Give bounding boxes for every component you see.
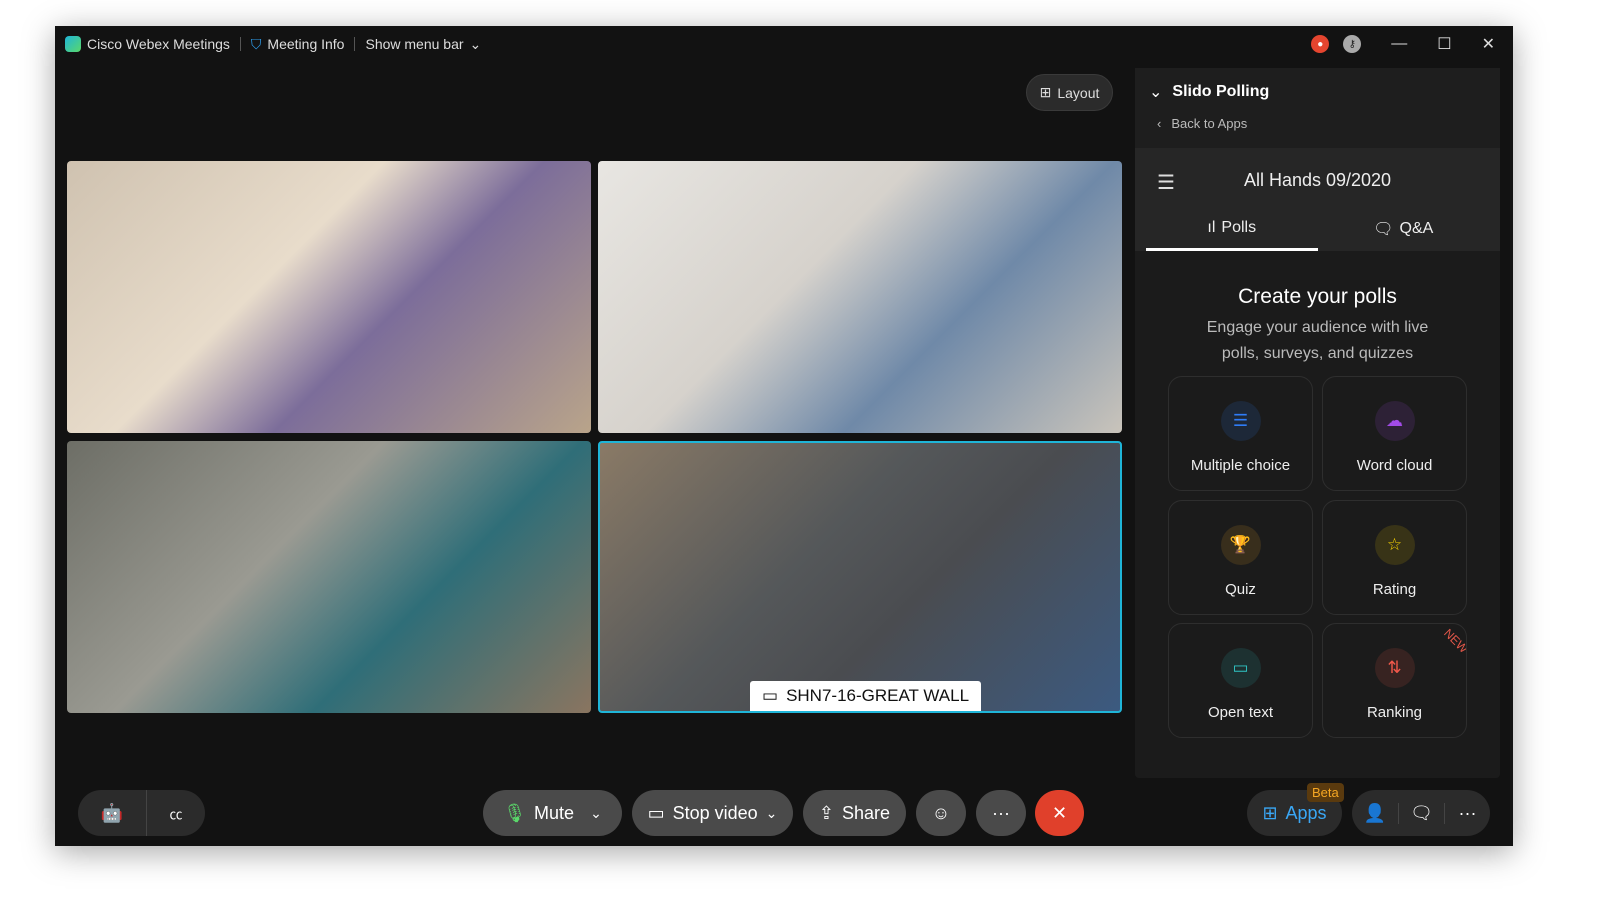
layout-button[interactable]: ⊞ Layout (1026, 74, 1113, 111)
close-icon: ✕ (1052, 803, 1067, 824)
assistant-icon[interactable]: 🤖 (78, 803, 146, 824)
poll-type-rating[interactable]: ☆ Rating (1322, 500, 1467, 615)
cloud-icon: ☁ (1375, 401, 1415, 441)
panel-title[interactable]: ⌄ Slido Polling (1149, 82, 1486, 102)
window-controls: ● ⚷ — ☐ ✕ (1311, 26, 1513, 62)
stop-video-button[interactable]: ▭ Stop video ⌄ (632, 790, 793, 836)
chevron-down-icon: ⌄ (470, 36, 482, 53)
share-button[interactable]: ⇪ Share (803, 790, 906, 836)
qa-icon: 🗨 (1373, 219, 1393, 239)
maximize-button[interactable]: ☐ (1437, 34, 1451, 54)
meeting-info-button[interactable]: ⛉ Meeting Info (241, 36, 355, 53)
video-tile-1[interactable] (67, 161, 591, 433)
poll-type-label: Ranking (1367, 704, 1422, 721)
close-button[interactable]: ✕ (1482, 34, 1495, 54)
mute-button[interactable]: 🎙 Mute ⌄ (483, 790, 622, 836)
participant-name: SHN7-16-GREAT WALL (786, 686, 969, 706)
create-polls-description: Engage your audience with live polls, su… (1188, 315, 1448, 367)
back-to-apps-link[interactable]: ‹ Back to Apps (1157, 116, 1486, 131)
chevron-down-icon[interactable]: ⌄ (590, 805, 602, 822)
webex-window: Cisco Webex Meetings ⛉ Meeting Info Show … (55, 26, 1513, 846)
title-bar: Cisco Webex Meetings ⛉ Meeting Info Show … (55, 26, 1513, 62)
new-badge: NEW (1441, 626, 1467, 656)
chevron-down-icon: ⌄ (1149, 82, 1162, 102)
record-icon[interactable]: ● (1311, 35, 1329, 53)
tab-label: Q&A (1400, 220, 1434, 238)
event-title: All Hands 09/2020 (1135, 170, 1500, 191)
tab-label: Polls (1221, 219, 1256, 237)
room-device-icon: ▭ (762, 686, 778, 706)
app-name: Cisco Webex Meetings (87, 36, 230, 52)
poll-type-label: Word cloud (1357, 457, 1433, 474)
chevron-left-icon: ‹ (1157, 116, 1161, 131)
show-menu-bar-label: Show menu bar (365, 36, 463, 52)
poll-type-label: Open text (1208, 704, 1273, 721)
grid-icon: ⊞ (1040, 84, 1052, 101)
poll-type-label: Rating (1373, 581, 1416, 598)
chat-icon[interactable]: 🗨 (1398, 803, 1444, 824)
participants-icon[interactable]: 👤 (1352, 803, 1398, 824)
poll-type-ranking[interactable]: ⇅ Ranking NEW (1322, 623, 1467, 738)
minimize-button[interactable]: — (1391, 35, 1407, 53)
smiley-icon: ☺ (932, 803, 950, 824)
video-camera-icon: ▭ (648, 803, 665, 824)
share-label: Share (842, 803, 890, 824)
video-tile-3[interactable] (67, 441, 591, 713)
chat-icon: ▭ (1221, 648, 1261, 688)
video-tile-4-active-speaker[interactable]: ▭ SHN7-16-GREAT WALL (598, 441, 1122, 713)
more-icon[interactable]: ··· (1444, 803, 1490, 824)
reactions-button[interactable]: ☺ (916, 790, 966, 836)
poll-type-label: Multiple choice (1191, 457, 1290, 474)
layout-label: Layout (1057, 85, 1099, 101)
tab-qa[interactable]: 🗨 Q&A (1318, 207, 1490, 251)
closed-captions-icon[interactable]: ㏄ (147, 804, 205, 823)
share-icon: ⇪ (819, 803, 834, 824)
mute-label: Mute (534, 803, 574, 824)
left-controls: 🤖 ㏄ (78, 790, 205, 836)
beta-badge: Beta (1307, 783, 1344, 802)
stop-video-label: Stop video (673, 803, 758, 824)
back-label: Back to Apps (1171, 116, 1247, 131)
more-options-button[interactable]: ··· (976, 790, 1026, 836)
participant-label: ▭ SHN7-16-GREAT WALL (750, 681, 981, 711)
apps-label: Apps (1286, 803, 1327, 824)
create-polls-heading: Create your polls (1135, 285, 1500, 309)
leave-meeting-button[interactable]: ✕ (1035, 790, 1084, 836)
video-tile-2[interactable] (598, 161, 1122, 433)
tab-polls[interactable]: ıl Polls (1146, 207, 1318, 251)
webex-logo-icon (65, 36, 81, 52)
shield-icon: ⛉ (251, 36, 262, 53)
more-icon: ··· (992, 803, 1010, 824)
meeting-info-label: Meeting Info (267, 36, 344, 52)
panel-title-text: Slido Polling (1172, 83, 1269, 101)
right-controls: 👤 🗨 ··· (1352, 790, 1490, 836)
list-icon: ☰ (1221, 401, 1261, 441)
poll-type-label: Quiz (1225, 581, 1256, 598)
microphone-icon: 🎙 (503, 803, 526, 824)
apps-grid-icon: ⊞ (1262, 803, 1277, 824)
key-icon[interactable]: ⚷ (1343, 35, 1361, 53)
trophy-icon: 🏆 (1221, 525, 1261, 565)
star-icon: ☆ (1375, 525, 1415, 565)
chevron-down-icon[interactable]: ⌄ (766, 805, 778, 822)
poll-type-open-text[interactable]: ▭ Open text (1168, 623, 1313, 738)
poll-type-word-cloud[interactable]: ☁ Word cloud (1322, 376, 1467, 491)
slido-panel: ⌄ Slido Polling ‹ Back to Apps ☰ All Hands… (1135, 68, 1500, 778)
sort-icon: ⇅ (1375, 648, 1415, 688)
app-title: Cisco Webex Meetings (55, 36, 240, 52)
poll-type-multiple-choice[interactable]: ☰ Multiple choice (1168, 376, 1313, 491)
show-menu-bar-button[interactable]: Show menu bar ⌄ (355, 36, 491, 53)
poll-type-quiz[interactable]: 🏆 Quiz (1168, 500, 1313, 615)
bar-chart-icon: ıl (1207, 219, 1215, 237)
